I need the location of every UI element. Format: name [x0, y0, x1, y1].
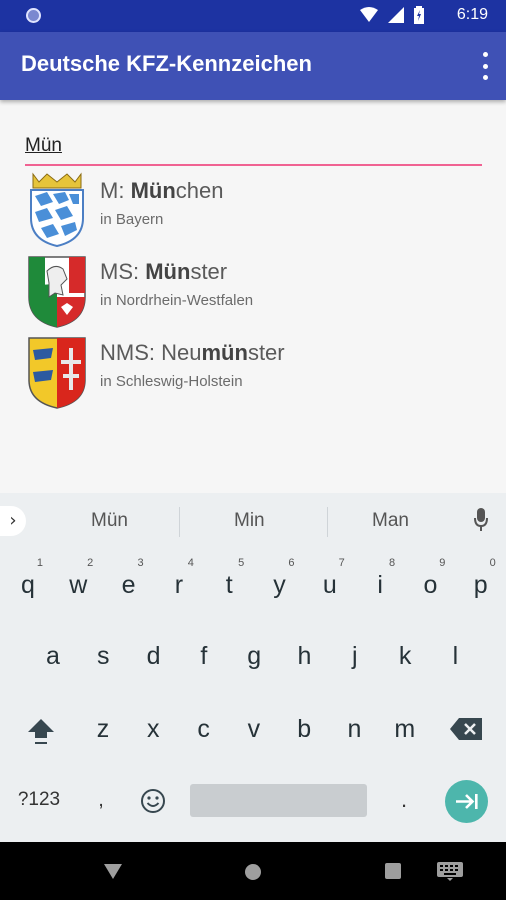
result-item-muenster[interactable]: MS: Münster in Nordrhein-Westfalen	[25, 253, 485, 334]
result-item-neumuenster[interactable]: NMS: Neumünster in Schleswig-Holstein	[25, 334, 485, 415]
results-list: M: München in Bayern MS: Münster in Nord…	[25, 172, 485, 415]
key-d[interactable]: d	[129, 626, 179, 686]
key-j[interactable]: j	[330, 626, 380, 686]
result-name: M: München	[100, 178, 224, 203]
app-title: Deutsche KFZ-Kennzeichen	[21, 51, 312, 76]
key-g[interactable]: g	[229, 626, 279, 686]
status-icons	[360, 6, 424, 24]
result-name: NMS: Neumünster	[100, 340, 285, 365]
signal-icon	[388, 7, 404, 23]
key-n[interactable]: n	[330, 699, 380, 759]
app-bar: Deutsche KFZ-Kennzeichen	[0, 32, 506, 100]
key-a[interactable]: a	[28, 626, 78, 686]
search-field[interactable]	[25, 130, 482, 166]
key-h[interactable]: h	[280, 626, 330, 686]
key-r[interactable]: r4	[154, 555, 204, 615]
search-input[interactable]	[25, 130, 482, 162]
key-p[interactable]: p0	[456, 555, 506, 615]
space-key[interactable]	[190, 784, 367, 817]
status-bar: 6:19	[0, 0, 506, 32]
key-t[interactable]: t5	[204, 555, 254, 615]
comma-key[interactable]: ,	[86, 789, 116, 812]
key-y[interactable]: y6	[255, 555, 305, 615]
status-time: 6:19	[456, 6, 488, 23]
go-arrow-icon	[456, 794, 478, 809]
schleswig-holstein-crest-icon	[28, 337, 86, 409]
key-q[interactable]: q1	[3, 555, 53, 615]
key-z[interactable]: z	[78, 699, 128, 759]
key-w[interactable]: w2	[53, 555, 103, 615]
go-button[interactable]	[445, 780, 488, 823]
key-u[interactable]: u7	[305, 555, 355, 615]
suggestion-3[interactable]: Man	[372, 510, 409, 532]
suggestion-1[interactable]: Mün	[91, 510, 128, 532]
key-o[interactable]: o9	[405, 555, 455, 615]
suggestion-strip: › Mün Min Man	[0, 493, 506, 549]
recents-icon[interactable]	[385, 863, 401, 879]
key-f[interactable]: f	[179, 626, 229, 686]
emoji-icon[interactable]	[140, 788, 166, 814]
key-x[interactable]: x	[128, 699, 178, 759]
back-icon[interactable]	[104, 864, 122, 879]
nrw-crest-icon	[28, 256, 86, 328]
navigation-bar	[0, 842, 506, 900]
key-s[interactable]: s	[78, 626, 128, 686]
symbols-key[interactable]: ?123	[14, 789, 64, 811]
bayern-crest-icon	[30, 172, 84, 248]
key-m[interactable]: m	[380, 699, 430, 759]
result-state: in Schleswig-Holstein	[100, 373, 243, 390]
chevron-right-icon[interactable]: ›	[0, 506, 26, 536]
notification-dot-icon	[26, 8, 41, 23]
mic-icon[interactable]	[474, 508, 488, 532]
backspace-icon[interactable]	[450, 718, 482, 740]
suggestion-divider	[327, 507, 328, 537]
wifi-icon	[360, 7, 378, 22]
key-l[interactable]: l	[430, 626, 480, 686]
period-key[interactable]: .	[392, 787, 416, 813]
suggestion-2[interactable]: Min	[234, 510, 265, 532]
more-vert-icon[interactable]	[480, 52, 490, 80]
soft-keyboard: › Mün Min Man q1w2e3r4t5y6u7i8o9p0 asdfg…	[0, 493, 506, 842]
battery-icon	[414, 6, 424, 24]
result-state: in Nordrhein-Westfalen	[100, 292, 254, 309]
result-state: in Bayern	[100, 211, 164, 228]
key-k[interactable]: k	[380, 626, 430, 686]
result-name: MS: Münster	[100, 259, 228, 284]
key-i[interactable]: i8	[355, 555, 405, 615]
suggestion-divider	[179, 507, 180, 537]
shift-icon[interactable]	[26, 716, 56, 746]
keyboard-switch-icon[interactable]	[437, 862, 463, 881]
key-b[interactable]: b	[279, 699, 329, 759]
home-icon[interactable]	[244, 863, 262, 881]
result-item-muenchen[interactable]: M: München in Bayern	[25, 172, 485, 253]
key-v[interactable]: v	[229, 699, 279, 759]
key-c[interactable]: c	[179, 699, 229, 759]
key-e[interactable]: e3	[104, 555, 154, 615]
